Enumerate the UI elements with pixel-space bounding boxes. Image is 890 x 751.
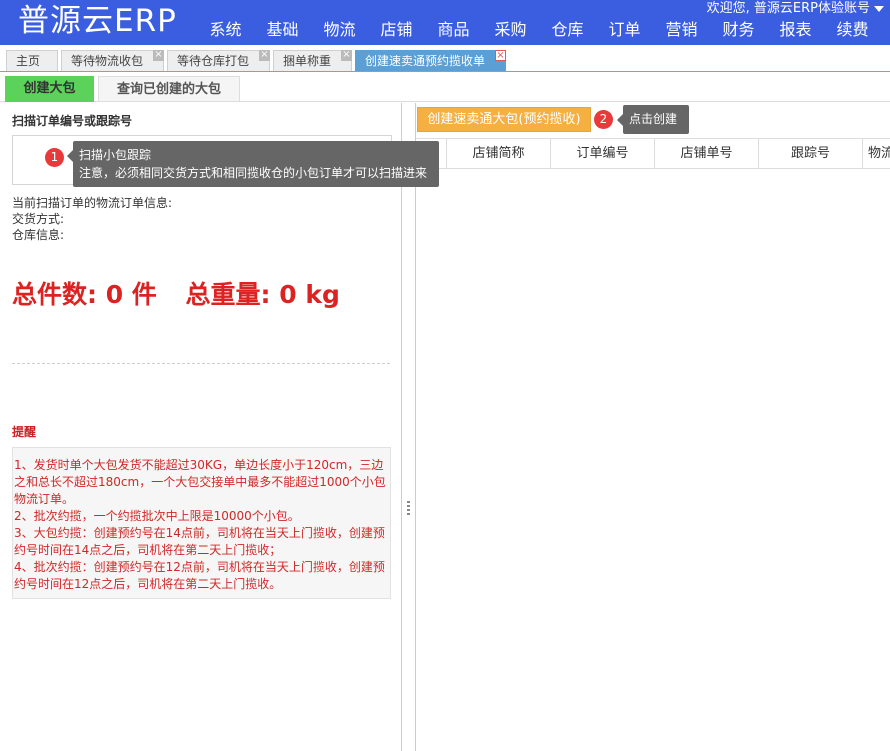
tab-label: 主页: [16, 54, 41, 68]
nav-item-warehouse[interactable]: 仓库: [539, 18, 596, 42]
remind-line: 2、批次约揽，一个约揽批次中上限是10000个小包。: [14, 509, 300, 523]
remind-line: 4、批次约揽：创建预约号在12点前，司机将在当天上门揽收，创建预约号时间在12点…: [14, 560, 385, 591]
scan-panel: 扫描订单编号或跟踪号 当前扫描订单的物流订单信息: 交货方式: 仓库信息: 总件…: [0, 103, 402, 751]
tab-create-pickup[interactable]: 创建速卖通预约揽收单 ×: [355, 50, 506, 71]
remind-box: 1、发货时单个大包发货不能超过30KG，单边长度小于120cm，三边之和总长不超…: [12, 447, 391, 599]
main-nav: 系统 基础 物流 店铺 商品 采购 仓库 订单 营销 财务 报表 续费: [197, 18, 881, 42]
divider: [12, 363, 390, 364]
subtab-bar: 创建大包 查询已创建的大包: [0, 73, 890, 102]
tab-weighing[interactable]: 捆单称重 ×: [273, 50, 352, 71]
step-badge: 1: [45, 148, 64, 167]
tooltip-text: 点击创建: [629, 112, 678, 126]
nav-item-product[interactable]: 商品: [425, 18, 482, 42]
close-icon[interactable]: ×: [341, 50, 352, 61]
app-logo: 普源云ERP: [18, 3, 177, 39]
nav-item-basic[interactable]: 基础: [254, 18, 311, 42]
total-weight: 总重量: 0 kg: [185, 280, 340, 309]
warehouse-label: 仓库信息:: [12, 228, 65, 242]
column-header-tracking[interactable]: 跟踪号: [759, 139, 863, 169]
welcome-text: 欢迎您, 普源云ERP体验账号: [706, 1, 870, 16]
nav-item-purchase[interactable]: 采购: [482, 18, 539, 42]
tooltip-line: 扫描小包跟踪: [79, 148, 152, 162]
remind-line: 3、大包约揽：创建预约号在14点前，司机将在当天上门揽收，创建预约号时间在14点…: [14, 526, 385, 557]
totals: 总件数: 0 件 总重量: 0 kg: [12, 275, 360, 311]
tab-label: 创建速卖通预约揽收单: [365, 54, 486, 68]
nav-item-order[interactable]: 订单: [596, 18, 653, 42]
create-bag-button[interactable]: 创建速卖通大包(预约揽收): [417, 107, 591, 132]
top-header: 普源云ERP 欢迎您, 普源云ERP体验账号 系统 基础 物流 店铺 商品 采购…: [0, 0, 890, 45]
table-header: 店铺简称 订单编号 店铺单号 跟踪号 物流: [416, 138, 890, 169]
scan-tooltip: 扫描小包跟踪 注意，必须相同交货方式和相同揽收仓的小包订单才可以扫描进来: [67, 141, 439, 187]
subtab-create-bag[interactable]: 创建大包: [5, 76, 94, 102]
tab-await-packing[interactable]: 等待仓库打包 ×: [167, 50, 270, 71]
column-header-logistics[interactable]: 物流: [863, 139, 890, 169]
total-count: 总件数: 0 件: [12, 280, 157, 309]
nav-item-finance[interactable]: 财务: [710, 18, 767, 42]
order-info: 当前扫描订单的物流订单信息: 交货方式: 仓库信息:: [12, 195, 172, 243]
panel-splitter[interactable]: [402, 103, 416, 751]
column-header-store-order[interactable]: 店铺单号: [655, 139, 759, 169]
nav-item-logistics[interactable]: 物流: [311, 18, 368, 42]
nav-item-system[interactable]: 系统: [197, 18, 254, 42]
subtab-query-bags[interactable]: 查询已创建的大包: [98, 76, 240, 102]
tab-await-logistics[interactable]: 等待物流收包 ×: [61, 50, 164, 71]
order-info-label: 当前扫描订单的物流订单信息:: [12, 196, 173, 210]
remind-line: 1、发货时单个大包发货不能超过30KG，单边长度小于120cm，三边之和总长不超…: [14, 458, 386, 506]
tab-label: 等待物流收包: [71, 54, 144, 68]
chevron-down-icon[interactable]: [874, 6, 884, 12]
close-icon[interactable]: ×: [495, 50, 506, 61]
nav-item-renew[interactable]: 续费: [824, 18, 881, 42]
column-header-order-no[interactable]: 订单编号: [551, 139, 655, 169]
create-tooltip: 点击创建: [617, 105, 689, 134]
tab-label: 捆单称重: [283, 54, 332, 68]
tab-bar: 主页 等待物流收包 × 等待仓库打包 × 捆单称重 × 创建速卖通预约揽收单 ×: [0, 45, 890, 72]
drag-handle-icon[interactable]: [407, 501, 410, 515]
close-icon[interactable]: ×: [259, 50, 270, 61]
delivery-label: 交货方式:: [12, 212, 65, 226]
scan-title: 扫描订单编号或跟踪号: [12, 114, 133, 128]
nav-item-store[interactable]: 店铺: [368, 18, 425, 42]
tooltip-line: 注意，必须相同交货方式和相同揽收仓的小包订单才可以扫描进来: [79, 166, 428, 180]
tab-home[interactable]: 主页: [6, 50, 58, 71]
nav-item-report[interactable]: 报表: [767, 18, 824, 42]
nav-item-marketing[interactable]: 营销: [653, 18, 710, 42]
tab-label: 等待仓库打包: [177, 54, 250, 68]
close-icon[interactable]: ×: [153, 50, 164, 61]
remind-title: 提醒: [12, 425, 37, 439]
user-menu[interactable]: 欢迎您, 普源云ERP体验账号: [706, 0, 884, 18]
step-badge: 2: [594, 110, 613, 129]
column-header-store[interactable]: 店铺简称: [447, 139, 551, 169]
